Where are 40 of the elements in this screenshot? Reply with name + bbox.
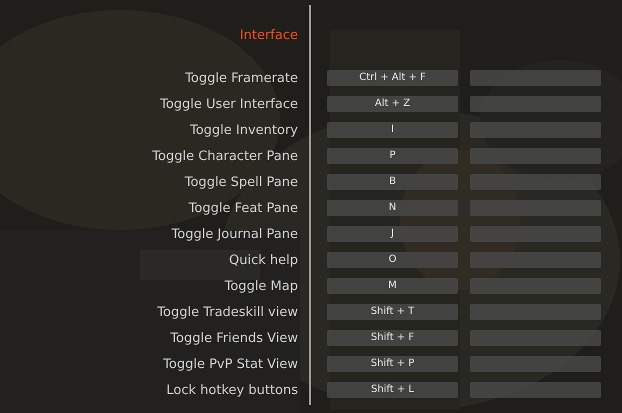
alternate-key-button[interactable] [470, 96, 601, 112]
key-binding-button[interactable]: Shift + F [327, 330, 458, 346]
alternate-key-button[interactable] [470, 304, 601, 320]
alternate-key-button[interactable] [470, 70, 601, 86]
key-binding-button[interactable]: I [327, 122, 458, 138]
key-binding-button[interactable]: P [327, 148, 458, 164]
action-label: Toggle Tradeskill view [157, 306, 298, 318]
action-label: Toggle Spell Pane [184, 176, 298, 188]
alternate-key-button[interactable] [470, 252, 601, 268]
key-binding-button[interactable]: J [327, 226, 458, 242]
action-label: Toggle Feat Pane [188, 202, 298, 214]
key-binding-button[interactable]: Shift + L [327, 382, 458, 398]
action-label: Toggle Journal Pane [172, 228, 298, 240]
action-label: Toggle Character Pane [152, 150, 298, 162]
action-label: Lock hotkey buttons [166, 384, 298, 396]
alternate-key-button[interactable] [470, 174, 601, 190]
alternate-key-button[interactable] [470, 226, 601, 242]
alternate-key-button[interactable] [470, 356, 601, 372]
key-binding-button[interactable]: O [327, 252, 458, 268]
key-binding-button[interactable]: Ctrl + Alt + F [327, 70, 458, 86]
action-label: Toggle Friends View [170, 332, 298, 344]
alternate-key-button[interactable] [470, 278, 601, 294]
key-binding-button[interactable]: Alt + Z [327, 96, 458, 112]
key-binding-button[interactable]: Shift + P [327, 356, 458, 372]
action-label: Toggle Inventory [190, 124, 298, 136]
alternate-key-button[interactable] [470, 200, 601, 216]
action-label: Toggle User Interface [160, 98, 298, 110]
key-binding-button[interactable]: N [327, 200, 458, 216]
key-binding-button[interactable]: Shift + T [327, 304, 458, 320]
action-label: Toggle PvP Stat View [163, 358, 298, 370]
action-label: Toggle Framerate [185, 72, 298, 84]
section-title: Interface [240, 28, 298, 42]
key-binding-button[interactable]: M [327, 278, 458, 294]
alternate-key-button[interactable] [470, 122, 601, 138]
alternate-key-button[interactable] [470, 330, 601, 346]
alternate-key-button[interactable] [470, 148, 601, 164]
action-label: Toggle Map [224, 280, 298, 292]
alternate-key-button[interactable] [470, 382, 601, 398]
key-binding-button[interactable]: B [327, 174, 458, 190]
action-label: Quick help [229, 254, 298, 266]
